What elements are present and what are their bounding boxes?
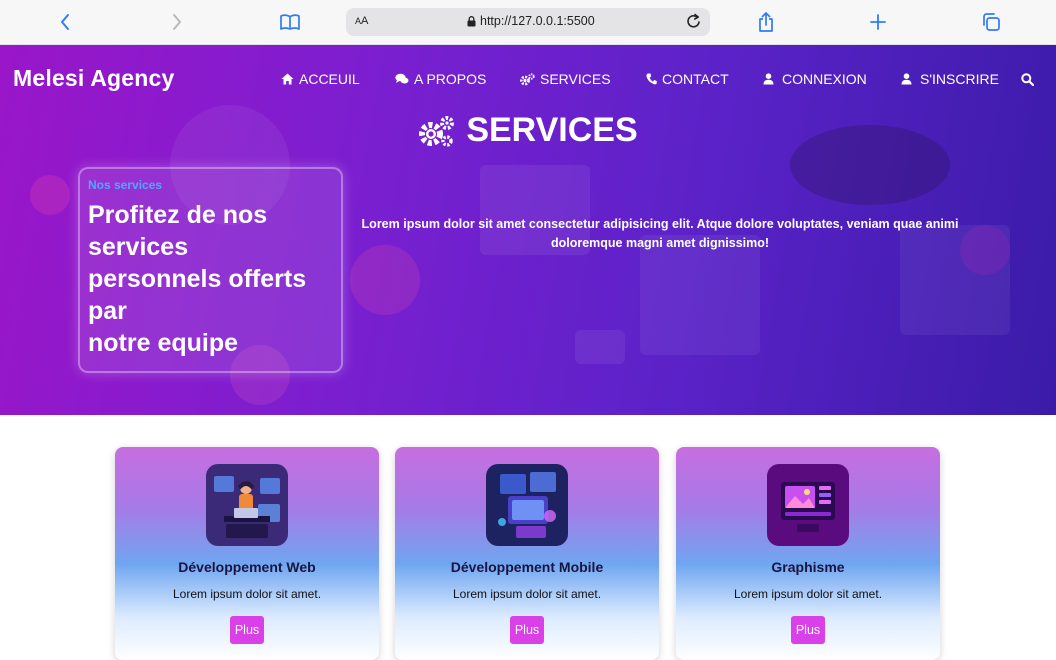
nav-item-sinscrire[interactable]: S'INSCRIRE — [901, 71, 999, 87]
intro-kicker: Nos services — [88, 178, 163, 192]
url-text: http://127.0.0.1:5500 — [480, 14, 595, 28]
nav-item-connexion[interactable]: CONNEXION — [763, 71, 867, 87]
search-button[interactable] — [1021, 73, 1035, 91]
more-button[interactable]: Plus — [510, 616, 544, 644]
hero-title: SERVICES — [0, 111, 1056, 150]
background-decoration — [575, 330, 625, 364]
user-icon — [901, 73, 912, 85]
reload-icon[interactable] — [686, 13, 702, 30]
nav-item-a-propos[interactable]: A PROPOS — [395, 71, 486, 87]
card-title: Développement Mobile — [450, 559, 604, 575]
headline-line: notre equipe — [88, 329, 239, 357]
tabs-button[interactable] — [976, 8, 1006, 36]
card-description: Lorem ipsum dolor sit amet. — [172, 587, 322, 601]
user-icon — [763, 73, 774, 85]
share-button[interactable] — [751, 8, 781, 36]
gears-icon — [419, 115, 455, 147]
nav-item-acceuil[interactable]: ACCEUIL — [281, 71, 360, 87]
card-title: Développement Web — [178, 559, 316, 575]
book-icon — [280, 14, 300, 30]
forward-button[interactable] — [162, 8, 192, 36]
new-tab-button[interactable] — [863, 8, 893, 36]
headline-line: personnels offerts — [88, 265, 307, 293]
service-card-mobile: Développement Mobile Lorem ipsum dolor s… — [395, 447, 659, 660]
service-card-graphisme: Graphisme Lorem ipsum dolor sit amet. Pl… — [676, 447, 940, 660]
intro-headline: Profitez de nos services personnels offe… — [88, 199, 338, 359]
background-decoration — [960, 225, 1010, 275]
card-description: Lorem ipsum dolor sit amet. — [452, 587, 602, 601]
gears-icon — [520, 72, 535, 85]
phone-icon — [646, 73, 657, 85]
background-decoration — [640, 235, 760, 355]
plus-icon — [870, 14, 886, 30]
mobile-development-illustration — [486, 464, 568, 546]
headline-line: par — [88, 297, 127, 325]
card-title: Graphisme — [771, 559, 845, 575]
back-button[interactable] — [50, 8, 80, 36]
address-bar[interactable]: AA http://127.0.0.1:5500 — [346, 8, 710, 36]
background-decoration — [350, 245, 420, 315]
comments-icon — [395, 73, 409, 84]
brand-logo[interactable]: Melesi Agency — [13, 65, 175, 92]
nav-label: S'INSCRIRE — [920, 71, 999, 87]
chevron-left-icon — [61, 14, 69, 30]
graphic-design-illustration — [767, 464, 849, 546]
more-button[interactable]: Plus — [230, 616, 264, 644]
nav-item-contact[interactable]: CONTACT — [646, 71, 729, 87]
search-icon — [1021, 73, 1035, 87]
headline-line: services — [88, 233, 189, 261]
tabs-icon — [983, 13, 1000, 31]
hero-title-text: SERVICES — [466, 111, 638, 149]
nav-label: A PROPOS — [414, 71, 487, 87]
browser-toolbar: AA http://127.0.0.1:5500 — [0, 0, 1056, 45]
service-card-web: Développement Web Lorem ipsum dolor sit … — [115, 447, 379, 660]
nav-label: CONTACT — [662, 71, 729, 87]
chevron-right-icon — [173, 14, 181, 30]
card-description: Lorem ipsum dolor sit amet. — [733, 587, 883, 601]
lock-icon — [467, 16, 476, 27]
hero-lead-text: Lorem ipsum dolor sit amet consectetur a… — [361, 217, 959, 250]
services-intro-card: Nos services Profitez de nos services pe… — [78, 167, 343, 373]
background-decoration — [30, 175, 70, 215]
more-button[interactable]: Plus — [791, 616, 825, 644]
bookmarks-button[interactable] — [275, 8, 305, 36]
nav-label: SERVICES — [540, 71, 611, 87]
share-icon — [759, 12, 773, 32]
web-developer-illustration — [206, 464, 288, 546]
hero-section: Melesi Agency ACCEUIL A PROPOS SERVICES … — [0, 45, 1056, 415]
text-size-button[interactable]: AA — [355, 15, 368, 27]
nav-label: ACCEUIL — [299, 71, 360, 87]
nav-item-services[interactable]: SERVICES — [520, 71, 611, 87]
home-icon — [281, 73, 294, 85]
headline-line: Profitez de nos — [88, 201, 268, 229]
nav-label: CONNEXION — [782, 71, 867, 87]
